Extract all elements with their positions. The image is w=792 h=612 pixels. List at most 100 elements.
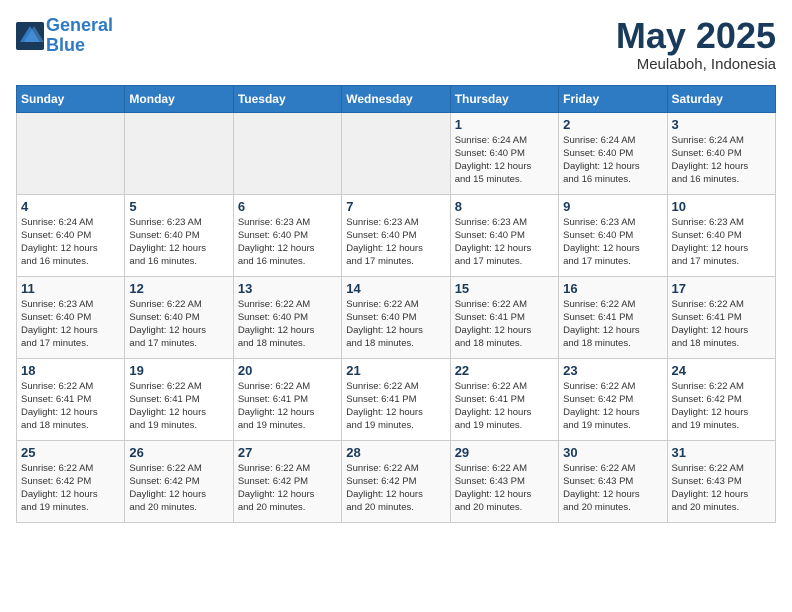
calendar-cell: 27 Sunrise: 6:22 AM Sunset: 6:42 PM Dayli… bbox=[233, 440, 341, 522]
day-number: 19 bbox=[129, 363, 228, 378]
weekday-header-monday: Monday bbox=[125, 85, 233, 112]
calendar-week-3: 11Sunrise: 6:23 AM Sunset: 6:40 PM Dayli… bbox=[17, 276, 776, 358]
calendar-cell: 17 Sunrise: 6:22 AM Sunset: 6:41 PM Dayli… bbox=[667, 276, 775, 358]
calendar-cell bbox=[17, 112, 125, 194]
calendar-cell: 20 Sunrise: 6:22 AM Sunset: 6:41 PM Dayli… bbox=[233, 358, 341, 440]
calendar-cell: 9 Sunrise: 6:23 AM Sunset: 6:40 PM Daylig… bbox=[559, 194, 667, 276]
weekday-header-thursday: Thursday bbox=[450, 85, 558, 112]
day-info: Sunrise: 6:22 AM Sunset: 6:43 PM Dayligh… bbox=[672, 462, 771, 515]
day-info: Sunrise: 6:23 AM Sunset: 6:40 PM Dayligh… bbox=[346, 216, 445, 269]
day-number: 17 bbox=[672, 281, 771, 296]
day-info: Sunrise: 6:22 AM Sunset: 6:40 PM Dayligh… bbox=[238, 298, 337, 351]
calendar-cell: 12Sunrise: 6:22 AM Sunset: 6:40 PM Dayli… bbox=[125, 276, 233, 358]
calendar-cell: 4Sunrise: 6:24 AM Sunset: 6:40 PM Daylig… bbox=[17, 194, 125, 276]
day-info: Sunrise: 6:22 AM Sunset: 6:41 PM Dayligh… bbox=[672, 298, 771, 351]
day-number: 20 bbox=[238, 363, 337, 378]
calendar-cell: 29 Sunrise: 6:22 AM Sunset: 6:43 PM Dayli… bbox=[450, 440, 558, 522]
day-info: Sunrise: 6:23 AM Sunset: 6:40 PM Dayligh… bbox=[129, 216, 228, 269]
day-number: 3 bbox=[672, 117, 771, 132]
page-header: General Blue May 2025 Meulaboh, Indonesi… bbox=[16, 16, 776, 73]
calendar-cell: 22 Sunrise: 6:22 AM Sunset: 6:41 PM Dayli… bbox=[450, 358, 558, 440]
calendar-cell: 19 Sunrise: 6:22 AM Sunset: 6:41 PM Dayli… bbox=[125, 358, 233, 440]
day-info: Sunrise: 6:22 AM Sunset: 6:42 PM Dayligh… bbox=[238, 462, 337, 515]
day-info: Sunrise: 6:22 AM Sunset: 6:43 PM Dayligh… bbox=[455, 462, 554, 515]
day-info: Sunrise: 6:22 AM Sunset: 6:41 PM Dayligh… bbox=[346, 380, 445, 433]
calendar-cell bbox=[233, 112, 341, 194]
calendar-cell: 6 Sunrise: 6:23 AM Sunset: 6:40 PM Daylig… bbox=[233, 194, 341, 276]
day-info: Sunrise: 6:24 AM Sunset: 6:40 PM Dayligh… bbox=[672, 134, 771, 187]
day-number: 14 bbox=[346, 281, 445, 296]
day-number: 29 bbox=[455, 445, 554, 460]
calendar-cell: 2Sunrise: 6:24 AM Sunset: 6:40 PM Daylig… bbox=[559, 112, 667, 194]
logo-line2: Blue bbox=[46, 35, 85, 55]
day-number: 30 bbox=[563, 445, 662, 460]
day-number: 9 bbox=[563, 199, 662, 214]
calendar-header: SundayMondayTuesdayWednesdayThursdayFrid… bbox=[17, 85, 776, 112]
logo: General Blue bbox=[16, 16, 113, 56]
day-info: Sunrise: 6:22 AM Sunset: 6:42 PM Dayligh… bbox=[21, 462, 120, 515]
day-number: 24 bbox=[672, 363, 771, 378]
calendar-week-5: 25 Sunrise: 6:22 AM Sunset: 6:42 PM Dayli… bbox=[17, 440, 776, 522]
day-number: 28 bbox=[346, 445, 445, 460]
day-number: 15 bbox=[455, 281, 554, 296]
calendar-cell: 24 Sunrise: 6:22 AM Sunset: 6:42 PM Dayli… bbox=[667, 358, 775, 440]
day-info: Sunrise: 6:22 AM Sunset: 6:41 PM Dayligh… bbox=[238, 380, 337, 433]
day-number: 10 bbox=[672, 199, 771, 214]
logo-icon bbox=[16, 22, 44, 50]
calendar-cell: 15 Sunrise: 6:22 AM Sunset: 6:41 PM Dayli… bbox=[450, 276, 558, 358]
day-number: 11 bbox=[21, 281, 120, 296]
day-number: 22 bbox=[455, 363, 554, 378]
day-number: 12 bbox=[129, 281, 228, 296]
calendar-cell: 16Sunrise: 6:22 AM Sunset: 6:41 PM Dayli… bbox=[559, 276, 667, 358]
calendar-cell: 30 Sunrise: 6:22 AM Sunset: 6:43 PM Dayli… bbox=[559, 440, 667, 522]
calendar-cell bbox=[125, 112, 233, 194]
day-number: 1 bbox=[455, 117, 554, 132]
calendar-cell: 28Sunrise: 6:22 AM Sunset: 6:42 PM Dayli… bbox=[342, 440, 450, 522]
calendar-cell: 18Sunrise: 6:22 AM Sunset: 6:41 PM Dayli… bbox=[17, 358, 125, 440]
day-info: Sunrise: 6:22 AM Sunset: 6:40 PM Dayligh… bbox=[346, 298, 445, 351]
day-info: Sunrise: 6:22 AM Sunset: 6:42 PM Dayligh… bbox=[672, 380, 771, 433]
title-block: May 2025 Meulaboh, Indonesia bbox=[616, 16, 776, 73]
location-subtitle: Meulaboh, Indonesia bbox=[616, 56, 776, 73]
day-info: Sunrise: 6:22 AM Sunset: 6:43 PM Dayligh… bbox=[563, 462, 662, 515]
weekday-header-friday: Friday bbox=[559, 85, 667, 112]
calendar-cell: 8Sunrise: 6:23 AM Sunset: 6:40 PM Daylig… bbox=[450, 194, 558, 276]
day-info: Sunrise: 6:22 AM Sunset: 6:42 PM Dayligh… bbox=[129, 462, 228, 515]
calendar-cell: 21 Sunrise: 6:22 AM Sunset: 6:41 PM Dayli… bbox=[342, 358, 450, 440]
day-info: Sunrise: 6:23 AM Sunset: 6:40 PM Dayligh… bbox=[238, 216, 337, 269]
calendar-cell: 31 Sunrise: 6:22 AM Sunset: 6:43 PM Dayli… bbox=[667, 440, 775, 522]
calendar-cell: 10Sunrise: 6:23 AM Sunset: 6:40 PM Dayli… bbox=[667, 194, 775, 276]
day-number: 27 bbox=[238, 445, 337, 460]
day-number: 5 bbox=[129, 199, 228, 214]
day-info: Sunrise: 6:22 AM Sunset: 6:41 PM Dayligh… bbox=[129, 380, 228, 433]
day-info: Sunrise: 6:23 AM Sunset: 6:40 PM Dayligh… bbox=[563, 216, 662, 269]
weekday-header-tuesday: Tuesday bbox=[233, 85, 341, 112]
day-number: 31 bbox=[672, 445, 771, 460]
day-info: Sunrise: 6:22 AM Sunset: 6:42 PM Dayligh… bbox=[563, 380, 662, 433]
weekday-header-wednesday: Wednesday bbox=[342, 85, 450, 112]
calendar-week-4: 18Sunrise: 6:22 AM Sunset: 6:41 PM Dayli… bbox=[17, 358, 776, 440]
day-info: Sunrise: 6:24 AM Sunset: 6:40 PM Dayligh… bbox=[455, 134, 554, 187]
month-title: May 2025 bbox=[616, 16, 776, 56]
day-info: Sunrise: 6:24 AM Sunset: 6:40 PM Dayligh… bbox=[21, 216, 120, 269]
day-info: Sunrise: 6:22 AM Sunset: 6:41 PM Dayligh… bbox=[455, 298, 554, 351]
day-number: 21 bbox=[346, 363, 445, 378]
calendar-cell: 14 Sunrise: 6:22 AM Sunset: 6:40 PM Dayli… bbox=[342, 276, 450, 358]
day-number: 6 bbox=[238, 199, 337, 214]
day-number: 23 bbox=[563, 363, 662, 378]
day-info: Sunrise: 6:24 AM Sunset: 6:40 PM Dayligh… bbox=[563, 134, 662, 187]
logo-line1: General bbox=[46, 15, 113, 35]
day-info: Sunrise: 6:22 AM Sunset: 6:41 PM Dayligh… bbox=[21, 380, 120, 433]
calendar-cell: 13Sunrise: 6:22 AM Sunset: 6:40 PM Dayli… bbox=[233, 276, 341, 358]
calendar-cell: 7 Sunrise: 6:23 AM Sunset: 6:40 PM Daylig… bbox=[342, 194, 450, 276]
calendar-cell: 3 Sunrise: 6:24 AM Sunset: 6:40 PM Daylig… bbox=[667, 112, 775, 194]
weekday-header-saturday: Saturday bbox=[667, 85, 775, 112]
calendar-cell: 1 Sunrise: 6:24 AM Sunset: 6:40 PM Daylig… bbox=[450, 112, 558, 194]
calendar-cell: 26Sunrise: 6:22 AM Sunset: 6:42 PM Dayli… bbox=[125, 440, 233, 522]
calendar-cell: 25 Sunrise: 6:22 AM Sunset: 6:42 PM Dayli… bbox=[17, 440, 125, 522]
weekday-row: SundayMondayTuesdayWednesdayThursdayFrid… bbox=[17, 85, 776, 112]
day-number: 7 bbox=[346, 199, 445, 214]
weekday-header-sunday: Sunday bbox=[17, 85, 125, 112]
day-info: Sunrise: 6:22 AM Sunset: 6:41 PM Dayligh… bbox=[455, 380, 554, 433]
day-number: 25 bbox=[21, 445, 120, 460]
